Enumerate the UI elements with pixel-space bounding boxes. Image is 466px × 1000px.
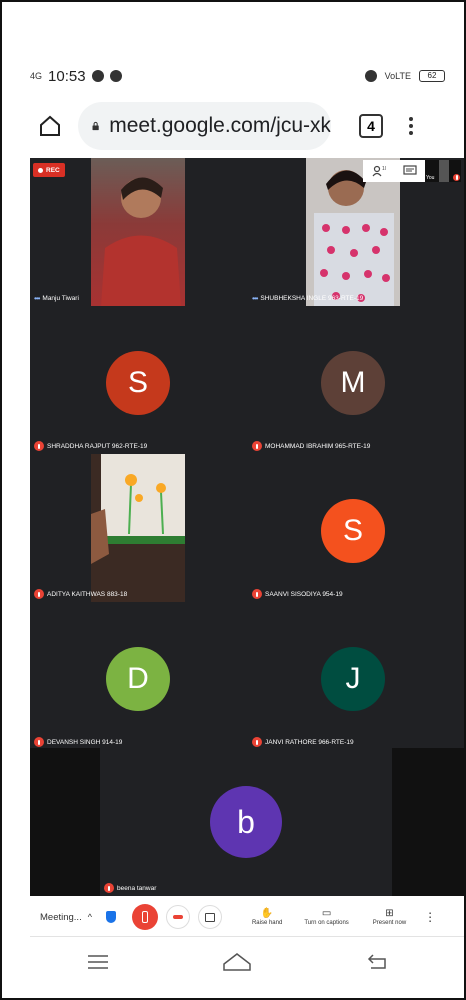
participant-name: SAANVI SISODIYA 954-19 xyxy=(252,589,343,599)
recording-badge: REC xyxy=(33,163,65,177)
participant-name: DEVANSH SINGH 914-19 xyxy=(34,737,122,747)
avatar: b xyxy=(210,786,282,858)
camera-toggle-button[interactable] xyxy=(197,905,222,929)
participant-tile[interactable]: S SAANVI SISODIYA 954-19 xyxy=(248,454,464,602)
home-nav-icon[interactable] xyxy=(222,952,252,972)
participant-name: JANVI RATHORE 966-RTE-19 xyxy=(252,737,354,747)
meeting-details-button[interactable]: Meeting... xyxy=(40,912,82,923)
signal-icon: 4G xyxy=(30,70,43,81)
muted-icon xyxy=(252,737,262,747)
chat-notification-icon xyxy=(91,70,104,82)
raise-hand-button[interactable]: ✋ Raise hand xyxy=(252,908,282,926)
back-icon[interactable] xyxy=(365,953,389,971)
avatar: D xyxy=(106,647,170,711)
mic-toggle-button[interactable] xyxy=(131,904,158,930)
participant-name: beena tanwar xyxy=(104,883,156,893)
present-button[interactable]: ⊞ Present now xyxy=(373,908,406,926)
participant-tile[interactable]: b beena tanwar xyxy=(30,748,464,896)
self-label: You xyxy=(426,175,435,181)
participant-name: ••• SHUBHEKSHA INGLE 963-RTE-19 xyxy=(252,294,364,303)
participant-tile[interactable]: D DEVANSH SINGH 914-19 xyxy=(30,602,246,750)
meeting-top-controls: 10 xyxy=(363,160,425,182)
more-options-icon[interactable]: ⋮ xyxy=(424,910,436,924)
divider xyxy=(30,936,464,937)
participant-video xyxy=(91,158,185,306)
phone-frame: 4G 10:53 VoLTE 62 meet.google.com/jcu-xk… xyxy=(0,0,466,1000)
avatar: M xyxy=(321,351,385,415)
participant-name: ADITYA KAITHWAS 883-18 xyxy=(34,589,127,599)
present-icon: ⊞ xyxy=(385,908,394,919)
participant-video xyxy=(91,454,185,602)
muted-icon xyxy=(34,589,44,599)
end-call-button[interactable] xyxy=(165,905,190,929)
muted-icon xyxy=(34,737,44,747)
lock-icon xyxy=(92,121,99,131)
browser-toolbar: meet.google.com/jcu-xk 4 xyxy=(30,98,445,154)
participant-tile[interactable]: J JANVI RATHORE 966-RTE-19 xyxy=(248,602,464,750)
chevron-up-icon[interactable]: ^ xyxy=(88,912,92,922)
home-button[interactable] xyxy=(30,106,70,146)
home-icon xyxy=(40,115,60,136)
avatar: J xyxy=(321,647,385,711)
captions-icon: ▭ xyxy=(321,908,332,919)
alarm-icon xyxy=(364,70,377,82)
battery-icon: 62 xyxy=(419,70,445,82)
status-bar: 4G 10:53 VoLTE 62 xyxy=(30,64,445,88)
muted-icon xyxy=(252,589,262,599)
browser-menu-button[interactable] xyxy=(407,117,415,135)
muted-icon xyxy=(252,441,262,451)
participant-tile[interactable]: ADITYA KAITHWAS 883-18 xyxy=(30,454,246,602)
volte-icon: VoLTE xyxy=(384,70,411,81)
avatar: S xyxy=(321,499,385,563)
avatar: S xyxy=(106,351,170,415)
people-icon[interactable]: 10 xyxy=(372,165,386,177)
captions-button[interactable]: ▭ Turn on captions xyxy=(304,908,348,926)
participant-tile[interactable]: REC ••• Manju Tiwari xyxy=(30,158,246,306)
speaking-indicator-icon: ••• xyxy=(34,294,40,303)
chrome-notification-icon xyxy=(109,70,122,82)
url-text: meet.google.com/jcu-xk xyxy=(109,114,331,137)
self-view[interactable]: You xyxy=(425,160,461,182)
shield-icon[interactable] xyxy=(105,911,116,923)
tab-switcher-button[interactable]: 4 xyxy=(359,114,383,138)
muted-icon xyxy=(34,441,44,451)
url-bar[interactable]: meet.google.com/jcu-xk xyxy=(78,102,331,150)
system-nav-bar xyxy=(30,942,445,982)
svg-text:10: 10 xyxy=(382,166,386,172)
muted-icon xyxy=(104,883,114,893)
participant-name: MOHAMMAD IBRAHIM 965-RTE-19 xyxy=(252,441,370,451)
meeting-control-bar: Meeting... ^ ✋ Raise hand ▭ Turn on capt… xyxy=(30,898,464,936)
participant-tile[interactable]: S SHRADDHA RAJPUT 962-RTE-19 xyxy=(30,306,246,454)
menu-icon[interactable] xyxy=(87,954,109,970)
self-muted-icon xyxy=(453,174,460,181)
hand-icon: ✋ xyxy=(260,908,274,919)
clock: 10:53 xyxy=(48,67,86,85)
participant-tile[interactable]: M MOHAMMAD IBRAHIM 965-RTE-19 xyxy=(248,306,464,454)
participant-name: SHRADDHA RAJPUT 962-RTE-19 xyxy=(34,441,147,451)
participant-name: ••• Manju Tiwari xyxy=(34,294,79,303)
chat-icon[interactable] xyxy=(402,165,417,177)
meeting-grid: REC ••• Manju Tiwari ••• SHUBHEKSHA INGL… xyxy=(30,158,464,896)
speaking-indicator-icon: ••• xyxy=(252,294,258,303)
